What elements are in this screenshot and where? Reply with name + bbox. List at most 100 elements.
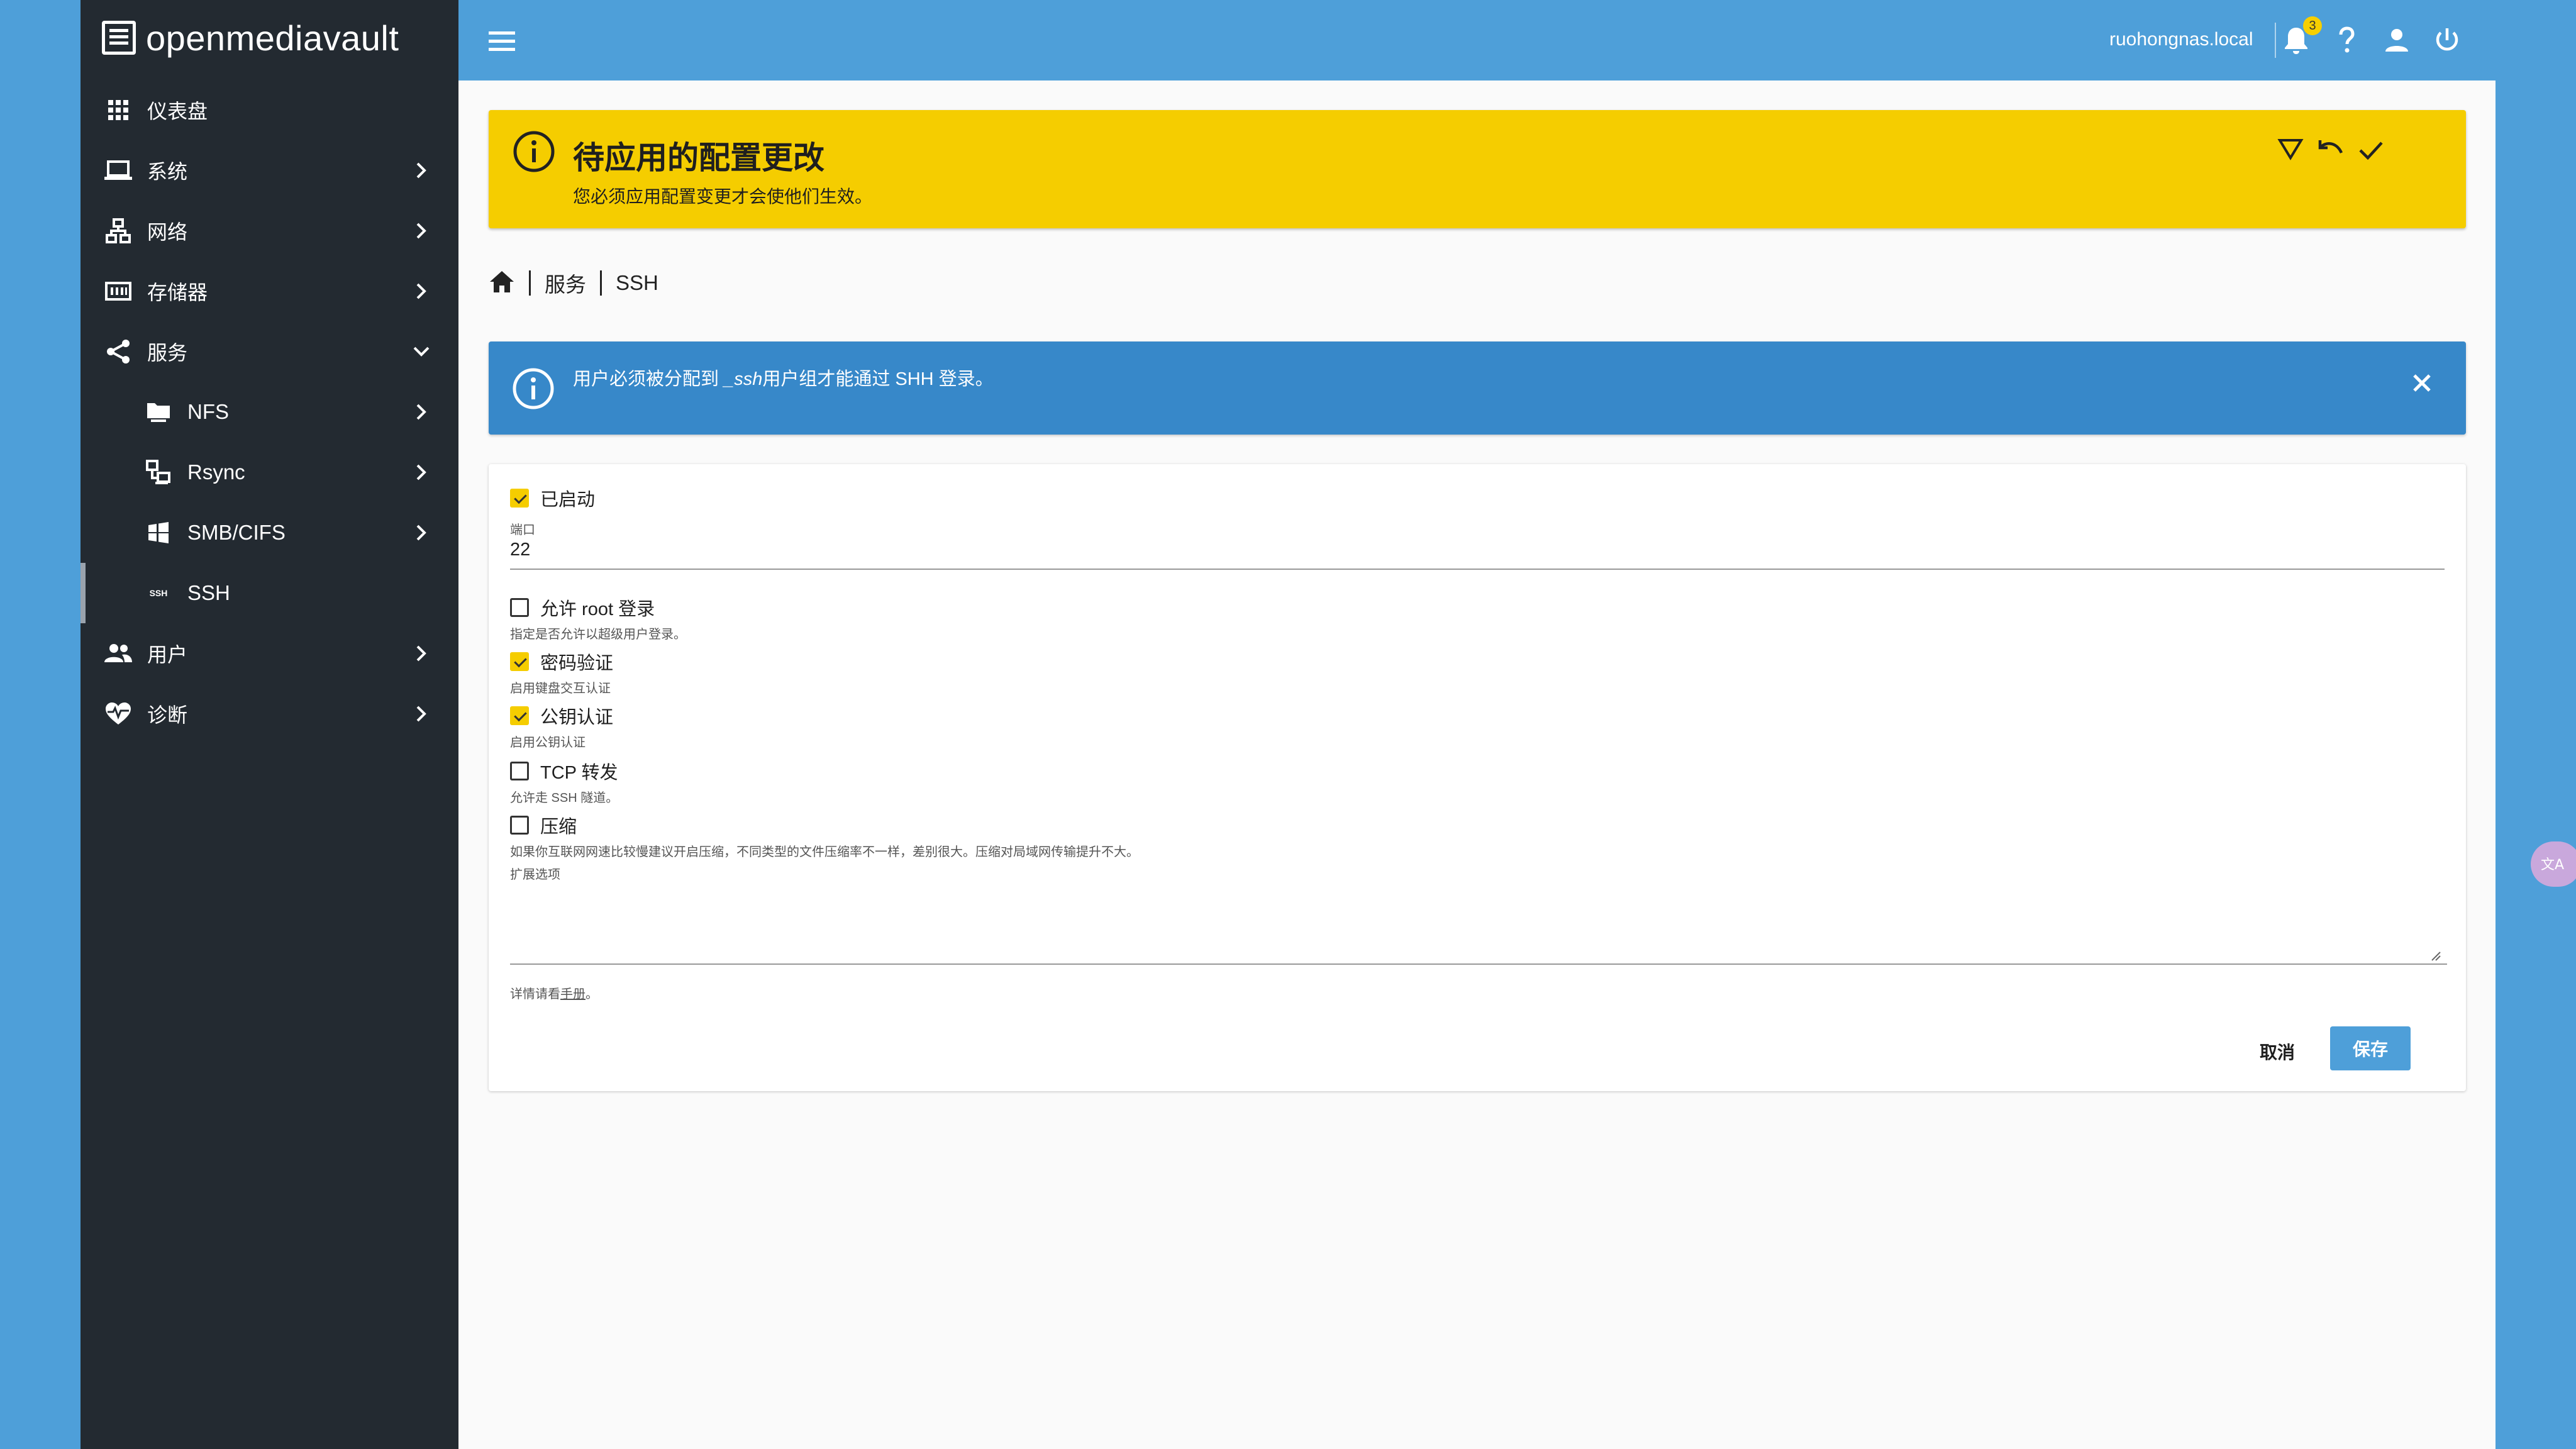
chevron-down-icon <box>410 340 433 363</box>
pending-changes-banner: 待应用的配置更改 您必须应用配置变更才会使他们生效。 <box>489 110 2466 228</box>
undo-icon[interactable] <box>2315 134 2346 165</box>
pubkey-auth-checkbox[interactable] <box>510 706 529 725</box>
hostname: ruohongnas.local <box>2109 29 2253 50</box>
pending-subtitle: 您必须应用配置变更才会使他们生效。 <box>573 187 873 206</box>
sidebar-item-smb-cifs[interactable]: SMB/CIFS <box>80 502 458 563</box>
ssh-settings-form: 已启动 端口 22 允许 root 登录 指定是否允许以超级用户登录。 密码验证… <box>489 464 2466 1091</box>
breadcrumb-separator <box>600 270 602 296</box>
compression-hint: 如果你互联网网速比较慢建议开启压缩，不同类型的文件压缩率不一样，差别很大。压缩对… <box>510 845 1139 859</box>
users-icon <box>104 640 132 667</box>
top-bar: ruohongnas.local 3 <box>458 0 2496 80</box>
laptop-icon <box>104 157 132 184</box>
enabled-checkbox-row[interactable]: 已启动 <box>510 484 595 512</box>
info-alert: 用户必须被分配到 _ssh用户组才能通过 SHH 登录。 <box>489 341 2466 435</box>
close-icon[interactable] <box>2406 367 2438 399</box>
manual-hint: 详情请看手册。 <box>510 984 598 1002</box>
share-icon <box>104 338 132 365</box>
sidebar-item-rsync[interactable]: Rsync <box>80 442 458 502</box>
extra-options-textarea[interactable] <box>510 879 2447 965</box>
manual-link[interactable]: 手册 <box>560 987 586 1001</box>
sidebar-item-diagnostics[interactable]: 诊断 <box>80 684 458 744</box>
password-auth-checkbox[interactable] <box>510 652 529 671</box>
compression-checkbox[interactable] <box>510 816 529 835</box>
translate-icon[interactable]: 文A <box>2531 841 2576 887</box>
sidebar-item-label: 系统 <box>147 160 188 183</box>
check-icon[interactable] <box>2355 134 2387 165</box>
port-input[interactable]: 22 <box>510 540 530 560</box>
sidebar-item-nfs[interactable]: NFS <box>80 382 458 442</box>
sidebar-item-system[interactable]: 系统 <box>80 140 458 201</box>
info-message: 用户必须被分配到 _ssh用户组才能通过 SHH 登录。 <box>573 369 994 389</box>
sidebar-item-label: 存储器 <box>147 281 208 304</box>
sidebar-item-label: SMB/CIFS <box>187 521 286 544</box>
sidebar: openmediavault 仪表盘 系统 网络 存储器 服务 NFS Rsyn… <box>80 0 458 1449</box>
password-auth-hint: 启用键盘交互认证 <box>510 682 611 696</box>
password-auth-label: 密码验证 <box>540 653 614 674</box>
breadcrumb-item-services[interactable]: 服务 <box>545 268 586 298</box>
sidebar-item-network[interactable]: 网络 <box>80 201 458 261</box>
hamburger-menu-icon[interactable] <box>489 28 515 53</box>
chevron-right-icon <box>410 280 433 303</box>
windows-icon <box>145 519 172 547</box>
chevron-right-icon <box>410 642 433 665</box>
nfs-folder-icon <box>145 398 172 426</box>
sidebar-item-label: NFS <box>187 400 229 423</box>
sidebar-item-services[interactable]: 服务 <box>80 321 458 382</box>
logo-icon <box>102 21 136 55</box>
svg-text:文A: 文A <box>2541 857 2564 873</box>
power-icon[interactable] <box>2432 25 2462 55</box>
chevron-right-icon <box>410 159 433 182</box>
sidebar-item-label: Rsync <box>187 460 245 484</box>
port-label: 端口 <box>510 523 535 537</box>
user-account-icon[interactable] <box>2382 25 2412 55</box>
heart-pulse-icon <box>104 700 132 728</box>
filter-icon[interactable] <box>2275 134 2306 165</box>
chevron-right-icon <box>410 702 433 725</box>
tcp-forward-checkbox[interactable] <box>510 762 529 780</box>
pubkey-auth-hint: 启用公钥认证 <box>510 736 586 750</box>
logo-text: openmediavault <box>146 18 399 58</box>
save-button[interactable]: 保存 <box>2330 1026 2411 1070</box>
divider <box>2275 23 2276 58</box>
dashboard-grid-icon <box>104 96 132 124</box>
manual-hint-text: 详情请看 <box>510 987 560 1001</box>
sidebar-item-users[interactable]: 用户 <box>80 623 458 684</box>
sidebar-item-ssh[interactable]: SSH SSH <box>80 563 458 623</box>
notification-badge: 3 <box>2303 16 2322 35</box>
password-auth-row[interactable]: 密码验证 <box>510 648 613 675</box>
chevron-right-icon <box>410 521 433 544</box>
permit-root-checkbox[interactable] <box>510 598 529 617</box>
port-underline <box>510 569 2445 570</box>
pubkey-auth-row[interactable]: 公钥认证 <box>510 702 613 730</box>
enabled-label: 已启动 <box>540 490 596 510</box>
sidebar-item-label: 网络 <box>147 221 188 243</box>
info-icon <box>513 130 555 173</box>
rsync-icon <box>145 458 172 486</box>
sidebar-item-storage[interactable]: 存储器 <box>80 261 458 321</box>
permit-root-hint: 指定是否允许以超级用户登录。 <box>510 628 686 641</box>
breadcrumb-separator <box>529 270 531 296</box>
help-icon[interactable] <box>2331 25 2362 55</box>
sidebar-item-dashboard[interactable]: 仪表盘 <box>80 80 458 140</box>
sidebar-item-label: SSH <box>187 581 230 604</box>
chevron-right-icon <box>410 401 433 423</box>
resize-handle-icon[interactable] <box>2431 951 2441 961</box>
permit-root-row[interactable]: 允许 root 登录 <box>510 594 655 621</box>
info-icon <box>511 367 555 411</box>
logo[interactable]: openmediavault <box>102 18 399 58</box>
sidebar-item-label: 诊断 <box>147 704 188 726</box>
manual-hint-suffix: 。 <box>586 987 598 1001</box>
app-window: openmediavault 仪表盘 系统 网络 存储器 服务 NFS Rsyn… <box>80 0 2496 1449</box>
ssh-badge-text: SSH <box>149 588 168 598</box>
breadcrumb-item-ssh: SSH <box>616 271 658 294</box>
home-icon[interactable] <box>489 269 515 297</box>
cancel-button[interactable]: 取消 <box>2243 1031 2311 1072</box>
tcp-forward-row[interactable]: TCP 转发 <box>510 757 618 785</box>
compression-row[interactable]: 压缩 <box>510 811 577 839</box>
permit-root-label: 允许 root 登录 <box>540 599 655 619</box>
pubkey-auth-label: 公钥认证 <box>540 708 614 728</box>
sidebar-item-label: 服务 <box>147 341 188 364</box>
ssh-icon: SSH <box>145 579 172 607</box>
enabled-checkbox[interactable] <box>510 489 529 508</box>
chevron-right-icon <box>410 219 433 242</box>
